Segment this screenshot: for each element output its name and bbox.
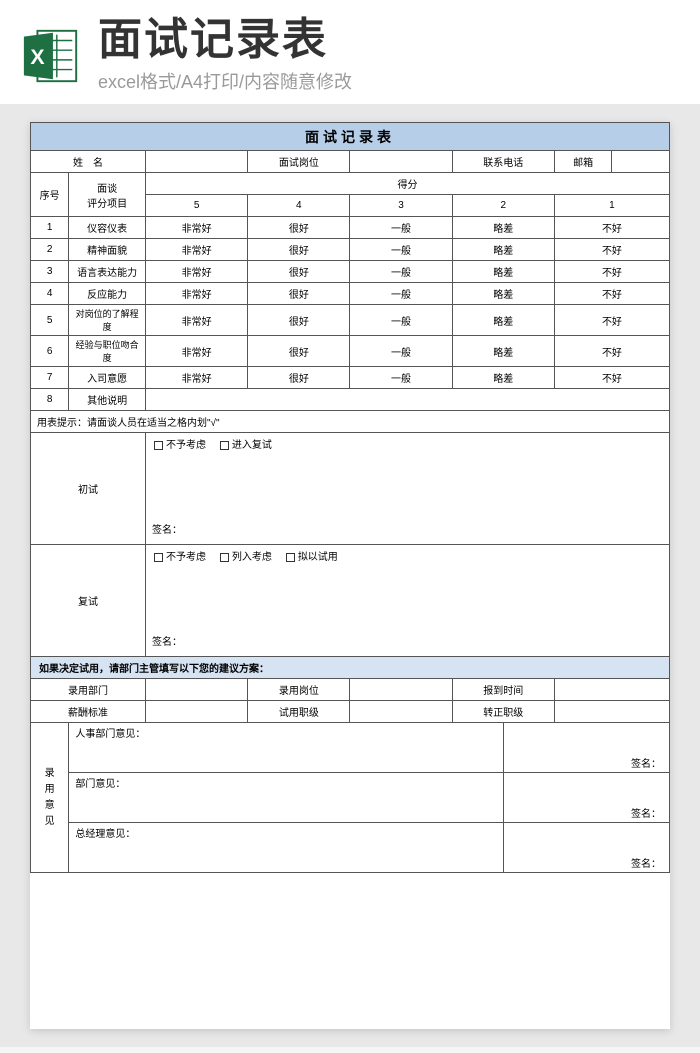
form-title: 面试记录表 bbox=[31, 123, 670, 151]
hint-text: 用表提示：请面谈人员在适当之格内划"√" bbox=[31, 411, 670, 433]
checkbox-icon[interactable] bbox=[220, 553, 229, 562]
excel-icon: X bbox=[20, 25, 82, 87]
initial-options: 初试 不予考虑 进入复试 bbox=[31, 433, 670, 455]
hint-row: 用表提示：请面谈人员在适当之格内划"√" bbox=[31, 411, 670, 433]
retest-options: 复试 不予考虑 列入考虑 拟以试用 bbox=[31, 545, 670, 567]
initial-label: 初试 bbox=[31, 433, 146, 545]
main-title: 面试记录表 bbox=[98, 18, 680, 62]
hire-row-1: 录用部门 录用岗位 报到时间 bbox=[31, 679, 670, 701]
col-item: 面谈 评分项目 bbox=[69, 173, 146, 217]
interview-form-table: 面试记录表 姓 名 面试岗位 联系电话 邮箱 序号 面谈 评分项目 得分 5 4… bbox=[30, 122, 670, 873]
subtitle: excel格式/A4打印/内容随意修改 bbox=[98, 68, 680, 94]
score-3: 3 bbox=[350, 195, 452, 217]
decision-band: 如果决定试用，请部门主管填写以下您的建议方案： bbox=[31, 657, 670, 679]
label-phone: 联系电话 bbox=[452, 151, 554, 173]
info-row: 姓 名 面试岗位 联系电话 邮箱 bbox=[31, 151, 670, 173]
score-4: 4 bbox=[248, 195, 350, 217]
table-row: 7入司意愿非常好很好一般略差不好 bbox=[31, 367, 670, 389]
value-email[interactable] bbox=[612, 151, 670, 173]
page-header: X 面试记录表 excel格式/A4打印/内容随意修改 bbox=[0, 0, 700, 104]
opinion-dept: 部门意见： 签名： bbox=[31, 773, 670, 823]
checkbox-icon[interactable] bbox=[154, 553, 163, 562]
score-5: 5 bbox=[146, 195, 248, 217]
label-email: 邮箱 bbox=[554, 151, 612, 173]
table-row: 3语言表达能力非常好很好一般略差不好 bbox=[31, 261, 670, 283]
opinions-header: 录 用 意 见 bbox=[31, 723, 69, 873]
checkbox-icon[interactable] bbox=[154, 441, 163, 450]
value-position[interactable] bbox=[350, 151, 452, 173]
col-seq: 序号 bbox=[31, 173, 69, 217]
opinion-gm: 总经理意见： 签名： bbox=[31, 823, 670, 873]
retest-label: 复试 bbox=[31, 545, 146, 657]
form-title-row: 面试记录表 bbox=[31, 123, 670, 151]
table-row: 1仪容仪表非常好很好一般略差不好 bbox=[31, 217, 670, 239]
table-row: 6经验与职位吻合度非常好很好一般略差不好 bbox=[31, 336, 670, 367]
table-row: 8其他说明 bbox=[31, 389, 670, 411]
checkbox-icon[interactable] bbox=[286, 553, 295, 562]
label-position: 面试岗位 bbox=[248, 151, 350, 173]
hire-row-2: 薪酬标准 试用职级 转正职级 bbox=[31, 701, 670, 723]
table-row: 4反应能力非常好很好一般略差不好 bbox=[31, 283, 670, 305]
col-score: 得分 bbox=[146, 173, 670, 195]
table-row: 5对岗位的了解程度非常好很好一般略差不好 bbox=[31, 305, 670, 336]
score-1: 1 bbox=[554, 195, 669, 217]
svg-text:X: X bbox=[30, 45, 45, 69]
label-name: 姓 名 bbox=[31, 151, 146, 173]
checkbox-icon[interactable] bbox=[220, 441, 229, 450]
form-sheet: 面试记录表 姓 名 面试岗位 联系电话 邮箱 序号 面谈 评分项目 得分 5 4… bbox=[30, 122, 670, 1029]
table-row: 2精神面貌非常好很好一般略差不好 bbox=[31, 239, 670, 261]
header-text: 面试记录表 excel格式/A4打印/内容随意修改 bbox=[98, 18, 680, 94]
value-name[interactable] bbox=[146, 151, 248, 173]
score-header-row-1: 序号 面谈 评分项目 得分 bbox=[31, 173, 670, 195]
opinion-hr: 录 用 意 见 人事部门意见： 签名： bbox=[31, 723, 670, 773]
page-wrap: 面试记录表 姓 名 面试岗位 联系电话 邮箱 序号 面谈 评分项目 得分 5 4… bbox=[0, 104, 700, 1047]
score-2: 2 bbox=[452, 195, 554, 217]
